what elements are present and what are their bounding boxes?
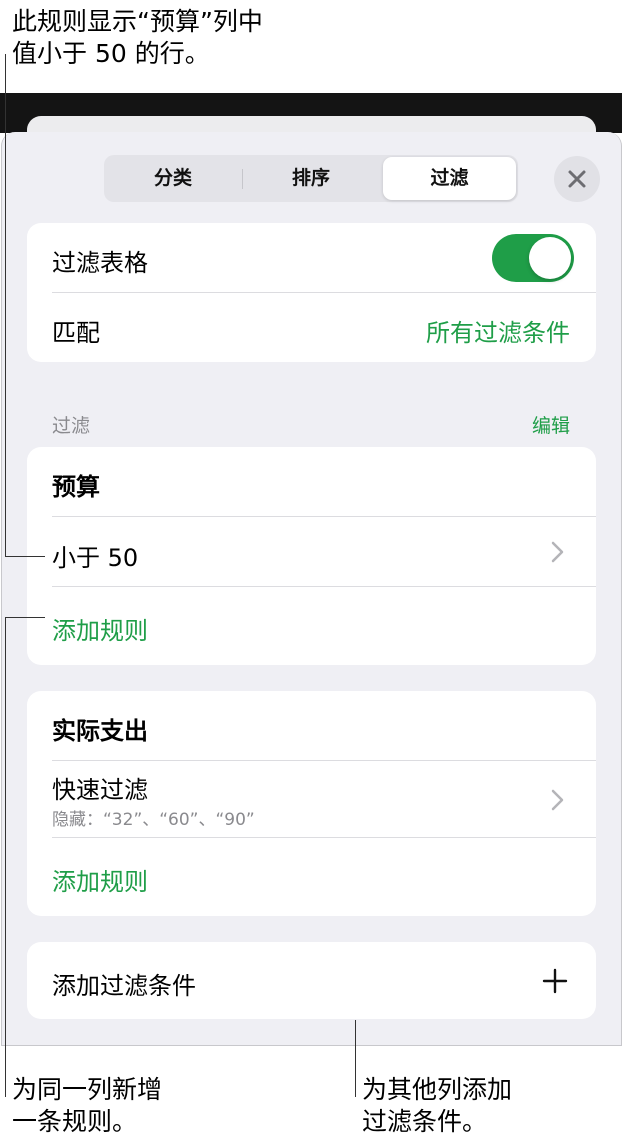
match-value[interactable]: 所有过滤条件 — [426, 313, 570, 348]
add-filter-label: 添加过滤条件 — [52, 972, 196, 1000]
rule-less-than-label: 小于 50 — [52, 544, 139, 572]
filters-section-header: 过滤 — [52, 415, 91, 437]
leader-line-left — [5, 617, 6, 1097]
segment-divider — [242, 169, 243, 189]
leader-line-top — [5, 54, 6, 557]
plus-icon — [542, 968, 568, 994]
match-row[interactable]: 匹配 所有过滤条件 — [27, 293, 596, 362]
add-rule-row-budget[interactable]: 添加规则 — [27, 587, 596, 665]
callout-top-line1: 此规则显示“预算”列中 — [12, 7, 263, 36]
toggle-knob — [529, 237, 571, 279]
callout-bottom-right: 为其他列添加 过滤条件。 — [362, 1074, 512, 1138]
add-rule-button-budget[interactable]: 添加规则 — [52, 611, 148, 646]
leader-line-left-tick — [5, 617, 45, 618]
group-title-row: 预算 — [27, 447, 596, 517]
add-rule-row-actual[interactable]: 添加规则 — [27, 838, 596, 916]
group-title-budget: 预算 — [52, 473, 100, 501]
filter-settings-card: 过滤表格 匹配 所有过滤条件 — [27, 223, 596, 362]
filter-table-row: 过滤表格 — [27, 223, 596, 293]
leader-line-top-tick — [5, 556, 45, 557]
callout-top-line2: 值小于 50 的行。 — [12, 39, 210, 68]
callout-bottom-left-line2: 一条规则。 — [12, 1107, 138, 1136]
callout-bottom-right-line2: 过滤条件。 — [362, 1107, 488, 1136]
group-title-row: 实际支出 — [27, 691, 596, 761]
segmented-control: 分类 排序 过滤 — [104, 155, 518, 202]
edit-filters-button[interactable]: 编辑 — [532, 411, 570, 438]
close-icon — [568, 170, 586, 188]
rule-row-quick-filter[interactable]: 快速过滤 隐藏：“32”、“60”、“90” — [27, 761, 596, 838]
group-title-actual: 实际支出 — [52, 717, 148, 745]
filter-table-toggle[interactable] — [492, 234, 574, 282]
tab-categories[interactable]: 分类 — [106, 157, 240, 200]
callout-bottom-left: 为同一列新增 一条规则。 — [12, 1074, 162, 1138]
filter-group-actual: 实际支出 快速过滤 隐藏：“32”、“60”、“90” 添加规则 — [27, 691, 596, 916]
callout-bottom-left-line1: 为同一列新增 — [12, 1075, 163, 1104]
add-rule-button-actual[interactable]: 添加规则 — [52, 862, 148, 897]
tab-filter[interactable]: 过滤 — [383, 157, 516, 200]
callout-top: 此规则显示“预算”列中 值小于 50 的行。 — [12, 6, 263, 70]
rule-row-less-than[interactable]: 小于 50 — [27, 517, 596, 587]
leader-line-right — [355, 1020, 356, 1097]
match-label: 匹配 — [52, 319, 100, 347]
callout-bottom-right-line1: 为其他列添加 — [362, 1075, 513, 1104]
rule-quick-filter-subtitle: 隐藏：“32”、“60”、“90” — [52, 810, 255, 830]
chevron-right-icon — [551, 789, 564, 811]
close-button[interactable] — [554, 156, 600, 202]
tab-sort[interactable]: 排序 — [244, 157, 378, 200]
chevron-right-icon — [551, 541, 564, 563]
rule-quick-filter-label: 快速过滤 — [52, 776, 148, 804]
filter-table-label: 过滤表格 — [52, 249, 148, 277]
filter-group-budget: 预算 小于 50 添加规则 — [27, 447, 596, 665]
add-filter-card[interactable]: 添加过滤条件 — [27, 942, 596, 1019]
